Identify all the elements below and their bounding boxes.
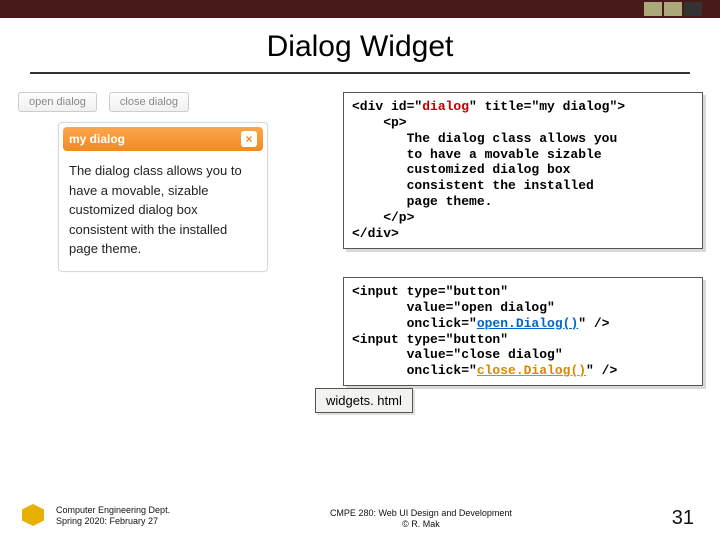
- dialog-body: The dialog class allows you to have a mo…: [59, 155, 267, 271]
- open-dialog-button[interactable]: open dialog: [18, 92, 97, 112]
- close-icon[interactable]: ×: [241, 131, 257, 147]
- dialog-title: my dialog: [69, 132, 125, 146]
- slide-number: 31: [672, 507, 700, 530]
- code-snippet-inputs: <input type="button" value="open dialog"…: [343, 277, 703, 386]
- demo-dialog[interactable]: my dialog × The dialog class allows you …: [58, 122, 268, 272]
- slide-top-bar: [0, 0, 720, 18]
- footer-author: © R. Mak: [330, 519, 512, 530]
- filename-label: widgets. html: [315, 388, 413, 413]
- decor-square: [664, 2, 682, 16]
- demo-preview: open dialog close dialog my dialog × The…: [18, 92, 318, 272]
- sjsu-logo-icon: [20, 502, 48, 530]
- decor-square: [684, 2, 702, 16]
- close-dialog-button[interactable]: close dialog: [109, 92, 189, 112]
- code-snippet-html: <div id="dialog" title="my dialog"> <p> …: [343, 92, 703, 249]
- title-area: Dialog Widget: [30, 18, 690, 74]
- footer-date: Spring 2020: February 27: [56, 516, 170, 527]
- footer-left: Computer Engineering Dept. Spring 2020: …: [20, 502, 170, 530]
- footer-center: CMPE 280: Web UI Design and Development …: [330, 508, 512, 530]
- decor-square: [644, 2, 662, 16]
- footer-course: CMPE 280: Web UI Design and Development: [330, 508, 512, 519]
- page-title: Dialog Widget: [267, 30, 454, 63]
- footer-dept: Computer Engineering Dept.: [56, 505, 170, 516]
